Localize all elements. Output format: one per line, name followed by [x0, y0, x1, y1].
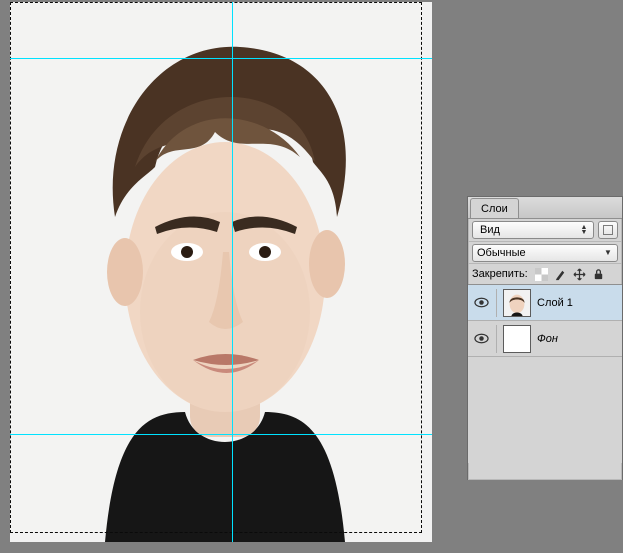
- separator: [496, 289, 497, 317]
- guide-horizontal-bottom[interactable]: [10, 434, 432, 435]
- lock-transparency-icon[interactable]: [535, 267, 549, 281]
- chevron-down-icon: ▼: [603, 250, 613, 255]
- blend-mode-row: Обычные ▼: [468, 241, 622, 263]
- guide-vertical-center[interactable]: [232, 2, 233, 542]
- guide-horizontal-top[interactable]: [10, 58, 432, 59]
- layer-list[interactable]: Слой 1 Фон: [468, 285, 622, 463]
- panel-tabbar: Слои: [468, 197, 622, 219]
- layer-filter-label: Вид: [480, 224, 500, 236]
- visibility-toggle-icon[interactable]: [472, 294, 490, 312]
- layer-row-background[interactable]: Фон: [468, 321, 622, 357]
- visibility-toggle-icon[interactable]: [472, 330, 490, 348]
- tab-layers[interactable]: Слои: [470, 198, 519, 218]
- layer-filter-dropdown[interactable]: Вид ▲▼: [472, 221, 594, 239]
- blend-mode-dropdown[interactable]: Обычные ▼: [472, 244, 618, 262]
- lock-all-icon[interactable]: [592, 267, 606, 281]
- selection-marquee: [10, 2, 422, 533]
- lock-label: Закрепить:: [472, 268, 528, 280]
- layer-thumbnail[interactable]: [503, 325, 531, 353]
- layer-filter-row: Вид ▲▼: [468, 219, 622, 241]
- layer-thumbnail[interactable]: [503, 289, 531, 317]
- layer-name-label[interactable]: Слой 1: [537, 297, 573, 309]
- layer-name-label[interactable]: Фон: [537, 333, 558, 345]
- layer-row-layer1[interactable]: Слой 1: [468, 285, 622, 321]
- stepper-arrows-icon: ▲▼: [579, 225, 589, 235]
- lock-controls-row: Закрепить:: [468, 263, 622, 285]
- lock-paint-icon[interactable]: [554, 267, 568, 281]
- layers-panel: Слои Вид ▲▼ Обычные ▼ Закрепить:: [467, 196, 623, 480]
- blend-mode-label: Обычные: [477, 247, 526, 259]
- document-canvas[interactable]: [10, 2, 432, 542]
- lock-position-icon[interactable]: [573, 267, 587, 281]
- separator: [496, 325, 497, 353]
- filter-button-1[interactable]: [598, 221, 618, 239]
